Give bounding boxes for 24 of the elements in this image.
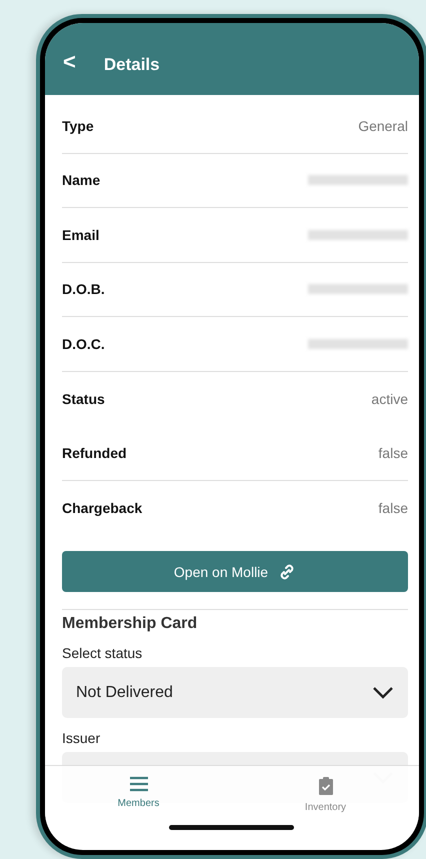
row-value: false	[378, 444, 408, 461]
row-label: Name	[62, 172, 100, 188]
row-label: D.O.C.	[62, 336, 105, 352]
row-label: Email	[62, 226, 100, 243]
page-title: Details	[104, 55, 160, 75]
row-label: Chargeback	[62, 500, 142, 516]
link-icon	[278, 562, 296, 580]
select-field[interactable]: Not Delivered	[62, 667, 408, 718]
row-label: Type	[62, 118, 94, 134]
row-value: active	[371, 390, 408, 407]
clipboard-icon	[318, 776, 334, 796]
row-label: Refunded	[62, 444, 127, 461]
menu-icon	[128, 776, 148, 792]
field-label: Select status	[62, 645, 142, 661]
field-label: Issuer	[62, 730, 100, 746]
back-button[interactable]: <	[59, 49, 80, 75]
row-value: General	[358, 118, 408, 134]
chevron-down-icon	[372, 686, 394, 700]
open-button[interactable]: Open on Mollie	[62, 551, 408, 592]
row-label: D.O.B.	[62, 281, 105, 298]
nav-tab[interactable]: Members	[45, 766, 232, 846]
row-value: false	[378, 500, 408, 516]
row-label: Status	[62, 390, 105, 407]
section-title: Membership Card	[62, 615, 198, 633]
